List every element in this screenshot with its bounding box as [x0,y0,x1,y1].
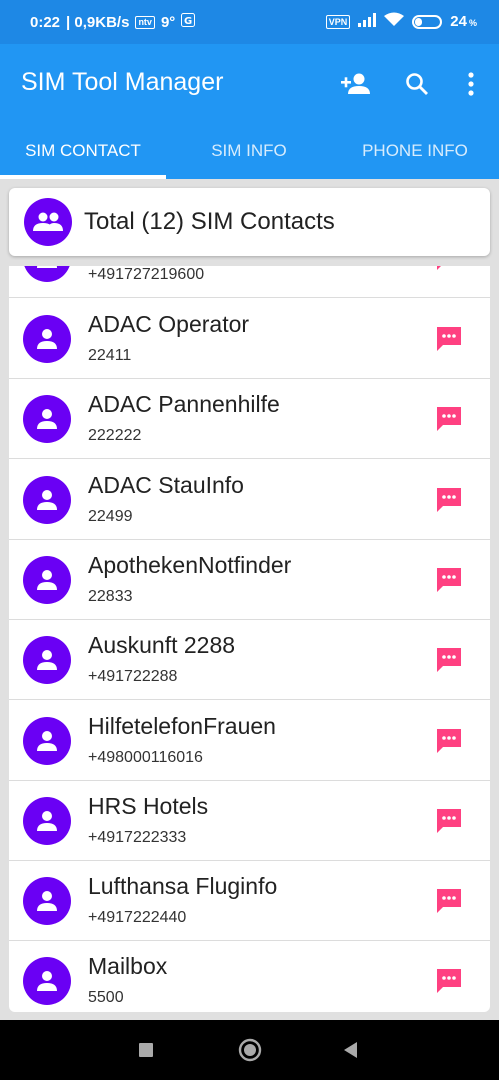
battery-icon [412,14,443,29]
contact-name: ADAC Operator [88,311,250,337]
person-icon [23,957,71,1006]
message-icon[interactable] [435,967,463,995]
message-icon[interactable] [435,325,463,353]
tab-sim-info[interactable]: SIM INFO [166,130,332,179]
recents-icon[interactable] [138,1039,154,1066]
person-icon [23,716,71,765]
list-item[interactable]: ApothekenNotfinder 22833 [9,540,490,620]
contact-name: Auskunft 2288 [88,632,236,659]
app-title: SIM Tool Manager [21,68,224,96]
contact-name: ADAC Pannenhilfe [88,391,280,418]
contact-number: +4917222440 [88,909,187,927]
signal-icon [358,12,377,31]
person-icon [23,475,71,524]
status-temperature: 9° [160,13,176,31]
list-item[interactable]: Lufthansa Fluginfo +4917222440 [9,861,490,942]
wifi-icon [384,12,405,31]
list-item[interactable]: HRS Hotels +4917222333 [9,781,490,861]
message-icon[interactable] [435,566,463,594]
tab-sim-contact[interactable]: SIM CONTACT [0,130,166,179]
contact-name: HRS Hotels [88,792,209,819]
contact-number: 222222 [88,427,142,445]
contact-number: +4917222333 [88,828,187,846]
person-icon [23,555,71,604]
list-item[interactable]: HilfetelefonFrauen +498000116016 [9,701,490,781]
group-icon [24,198,72,246]
message-icon[interactable] [435,646,463,674]
message-icon[interactable] [435,807,463,835]
translate-icon: G [181,13,196,31]
tab-phone-info[interactable]: PHONE INFO [332,130,498,179]
contact-number: 22499 [88,507,133,525]
list-item[interactable]: ADAC Operator 22411 [9,299,490,379]
contact-number: +491727219600 [88,266,205,283]
contact-number: 22411 [88,347,132,364]
contact-number: 22833 [88,587,133,605]
contact-list[interactable]: +491727219600 ADAC Operator 22411 ADAC Pan… [9,266,490,1012]
list-item[interactable]: Mailbox 5500 [9,941,490,1012]
list-item[interactable]: Auskunft 2288 +491722288 [9,620,490,701]
tab-bar: SIM CONTACT SIM INFO PHONE INFO [0,130,499,179]
back-icon[interactable] [342,1039,358,1066]
svg-text:G: G [184,16,192,27]
list-item[interactable]: ADAC StauInfo 22499 [9,460,490,540]
list-item[interactable]: +491727219600 [9,266,490,298]
message-icon[interactable] [435,266,463,272]
contact-name: HilfetelefonFrauen [88,712,276,739]
battery-unit: % [468,18,477,28]
status-time: 0:22 [30,13,61,31]
message-icon[interactable] [435,887,463,915]
status-speed: | 0,9KB/s [66,13,130,31]
message-icon[interactable] [435,405,463,433]
person-icon [23,266,71,282]
search-icon[interactable] [397,64,437,104]
vpn-badge: VPN [325,14,351,29]
contacts-total-label: Total (12) SIM Contacts [84,208,335,235]
status-bar: 0:22 | 0,9KB/s ntv 9° G VPN 24% [0,0,499,44]
message-icon[interactable] [435,486,463,514]
contact-name: ApothekenNotfinder [88,551,292,578]
network-chip: ntv [135,15,155,29]
navigation-bar [0,1020,499,1080]
contact-number: +491722288 [88,668,178,686]
app-bar: SIM Tool Manager SIM CONTACT SIM INFO PH… [0,44,499,179]
add-contact-icon[interactable] [336,64,376,104]
person-icon [23,395,71,444]
home-icon[interactable] [238,1038,262,1067]
person-icon [23,796,71,845]
battery-percent: 24 [450,13,467,30]
contact-number: +498000116016 [88,748,203,766]
person-icon [23,315,71,363]
person-icon [23,877,71,926]
list-item[interactable]: ADAC Pannenhilfe 222222 [9,379,490,460]
contacts-summary-card: Total (12) SIM Contacts [9,188,490,256]
contact-name: Mailbox [88,953,168,980]
message-icon[interactable] [435,727,463,755]
more-vert-icon[interactable] [451,64,491,104]
contact-name: ADAC StauInfo [88,471,244,498]
contact-name: Lufthansa Fluginfo [88,873,278,900]
person-icon [23,636,71,685]
contact-number: 5500 [88,989,124,1007]
